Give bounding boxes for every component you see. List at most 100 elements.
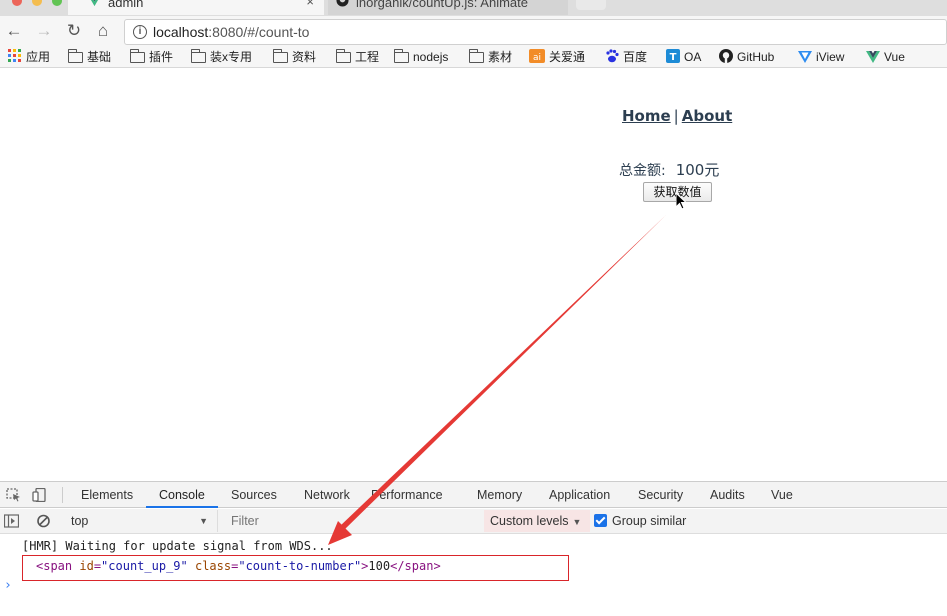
nav-link-about[interactable]: About xyxy=(682,107,733,125)
reload-icon[interactable]: ↻ xyxy=(64,21,84,41)
oa-icon: T xyxy=(666,49,680,63)
tab-title: inorganik/countUp.js: Animate xyxy=(356,0,528,10)
vue-icon xyxy=(866,51,880,63)
dropdown-caret-icon: ▼ xyxy=(199,516,208,526)
folder-icon xyxy=(336,49,351,63)
bookmark-guanaitong[interactable]: ai 关爱通 xyxy=(529,49,585,65)
console-filter-input[interactable] xyxy=(224,511,482,531)
url-text: localhost:8080/#/count-to xyxy=(153,24,310,40)
folder-icon xyxy=(469,49,484,63)
close-window-icon[interactable] xyxy=(12,0,22,6)
forward-icon[interactable]: → xyxy=(34,21,54,41)
folder-icon xyxy=(273,49,288,63)
bookmark-oa[interactable]: T OA xyxy=(666,49,701,65)
device-toolbar-icon[interactable] xyxy=(32,488,47,502)
bookmark-folder-zhuangx[interactable]: 装x专用 xyxy=(191,49,252,65)
attr-value: "count_up_9" xyxy=(101,559,188,573)
group-similar-toggle[interactable]: Group similar xyxy=(594,513,686,529)
tab-security[interactable]: Security xyxy=(638,482,683,508)
browser-toolbar: ← → ↻ ⌂ i localhost:8080/#/count-to xyxy=(0,16,947,46)
tab-console[interactable]: Console xyxy=(146,482,218,508)
tab-audits[interactable]: Audits xyxy=(710,482,745,508)
github-icon xyxy=(719,49,733,63)
dropdown-caret-icon: ▼ xyxy=(572,517,582,527)
attr-value: "count-to-number" xyxy=(238,559,362,573)
site-info-icon[interactable]: i xyxy=(133,25,147,39)
bookmark-baidu[interactable]: 百度 xyxy=(605,49,647,65)
vue-favicon-icon xyxy=(90,0,99,7)
mouse-cursor-icon xyxy=(676,193,688,210)
inspect-element-icon[interactable] xyxy=(6,488,21,502)
context-value: top xyxy=(71,514,89,528)
total-amount-label: 总金额: xyxy=(619,163,666,179)
tab-admin[interactable]: admin × xyxy=(68,0,324,15)
folder-icon xyxy=(68,49,83,63)
bookmark-label: 应用 xyxy=(26,50,51,64)
tab-memory[interactable]: Memory xyxy=(477,482,522,508)
folder-icon xyxy=(394,49,409,63)
bookmark-folder-sucai[interactable]: 素材 xyxy=(469,49,512,65)
svg-text:T: T xyxy=(670,52,677,63)
attr-name: class xyxy=(194,559,232,573)
bookmark-label: 关爱通 xyxy=(549,50,586,64)
bookmark-label: 基础 xyxy=(87,50,112,64)
guanaitong-icon: ai xyxy=(529,49,545,63)
context-selector[interactable]: top ▼ xyxy=(63,510,218,532)
folder-icon xyxy=(130,49,145,63)
log-levels-dropdown[interactable]: Custom levels ▼ xyxy=(484,510,590,532)
browser-window: admin × inorganik/countUp.js: Animate ← … xyxy=(0,0,947,616)
console-prompt-icon[interactable]: › xyxy=(4,578,12,593)
attr-name: id xyxy=(79,559,94,573)
nav-link-home[interactable]: Home xyxy=(622,107,671,125)
show-drawer-icon[interactable] xyxy=(4,514,19,528)
console-log-line: [HMR] Waiting for update signal from WDS… xyxy=(22,539,333,553)
minimize-window-icon[interactable] xyxy=(32,0,42,6)
bookmark-vue[interactable]: Vue xyxy=(866,49,905,65)
bookmark-label: Vue xyxy=(884,50,905,64)
tab-countup[interactable]: inorganik/countUp.js: Animate xyxy=(328,0,568,15)
checkbox-checked-icon[interactable] xyxy=(594,514,607,527)
iview-icon xyxy=(798,51,812,63)
devtools-tab-bar: Elements Console Sources Network Perform… xyxy=(0,482,947,508)
address-bar[interactable]: i localhost:8080/#/count-to xyxy=(124,19,947,45)
devtools-panel: Elements Console Sources Network Perform… xyxy=(0,481,947,616)
tab-strip: admin × inorganik/countUp.js: Animate xyxy=(0,0,947,16)
bookmark-label: OA xyxy=(684,50,702,64)
bookmark-label: 装x专用 xyxy=(210,50,253,64)
total-amount: 总金额: 100元 xyxy=(619,159,719,180)
toolbar-divider xyxy=(62,487,63,503)
bookmark-label: 百度 xyxy=(623,50,648,64)
bookmark-folder-jichu[interactable]: 基础 xyxy=(68,49,111,65)
tab-vue[interactable]: Vue xyxy=(771,482,793,508)
bookmark-iview[interactable]: iView xyxy=(798,49,844,65)
tab-sources[interactable]: Sources xyxy=(231,482,277,508)
console-filter-bar: top ▼ Custom levels▼ Group similar xyxy=(0,509,947,534)
new-tab-button[interactable] xyxy=(576,0,606,10)
tab-application[interactable]: Application xyxy=(549,482,610,508)
bookmark-label: 资料 xyxy=(292,50,317,64)
tab-network[interactable]: Network xyxy=(304,482,350,508)
bookmarks-bar: 应用 基础 插件 装x专用 资料 工程 nodejs 素材 ai 关爱通 百度 T… xyxy=(0,46,947,68)
svg-text:ai: ai xyxy=(533,53,541,63)
console-output: [HMR] Waiting for update signal from WDS… xyxy=(0,535,947,616)
apps-icon xyxy=(8,49,21,62)
bookmark-folder-gongcheng[interactable]: 工程 xyxy=(336,49,379,65)
baidu-icon xyxy=(606,49,619,63)
bookmark-label: 素材 xyxy=(488,50,513,64)
bookmark-github[interactable]: GitHub xyxy=(719,49,774,65)
tab-performance[interactable]: Performance xyxy=(371,482,443,508)
home-icon[interactable]: ⌂ xyxy=(93,21,113,41)
console-element-log[interactable]: <span id="count_up_9" class="count-to-nu… xyxy=(36,559,441,573)
clear-console-icon[interactable] xyxy=(36,514,51,528)
log-levels-label: Custom levels xyxy=(490,514,569,528)
tab-elements[interactable]: Elements xyxy=(81,482,133,508)
bookmark-folder-chajian[interactable]: 插件 xyxy=(130,49,173,65)
maximize-window-icon[interactable] xyxy=(52,0,62,6)
bookmark-apps[interactable]: 应用 xyxy=(8,49,50,65)
bookmark-label: GitHub xyxy=(737,50,775,64)
total-amount-value: 100元 xyxy=(675,161,720,179)
bookmark-folder-nodejs[interactable]: nodejs xyxy=(394,49,448,65)
bookmark-folder-ziliao[interactable]: 资料 xyxy=(273,49,316,65)
back-icon[interactable]: ← xyxy=(4,21,24,41)
tab-close-icon[interactable]: × xyxy=(306,0,314,9)
